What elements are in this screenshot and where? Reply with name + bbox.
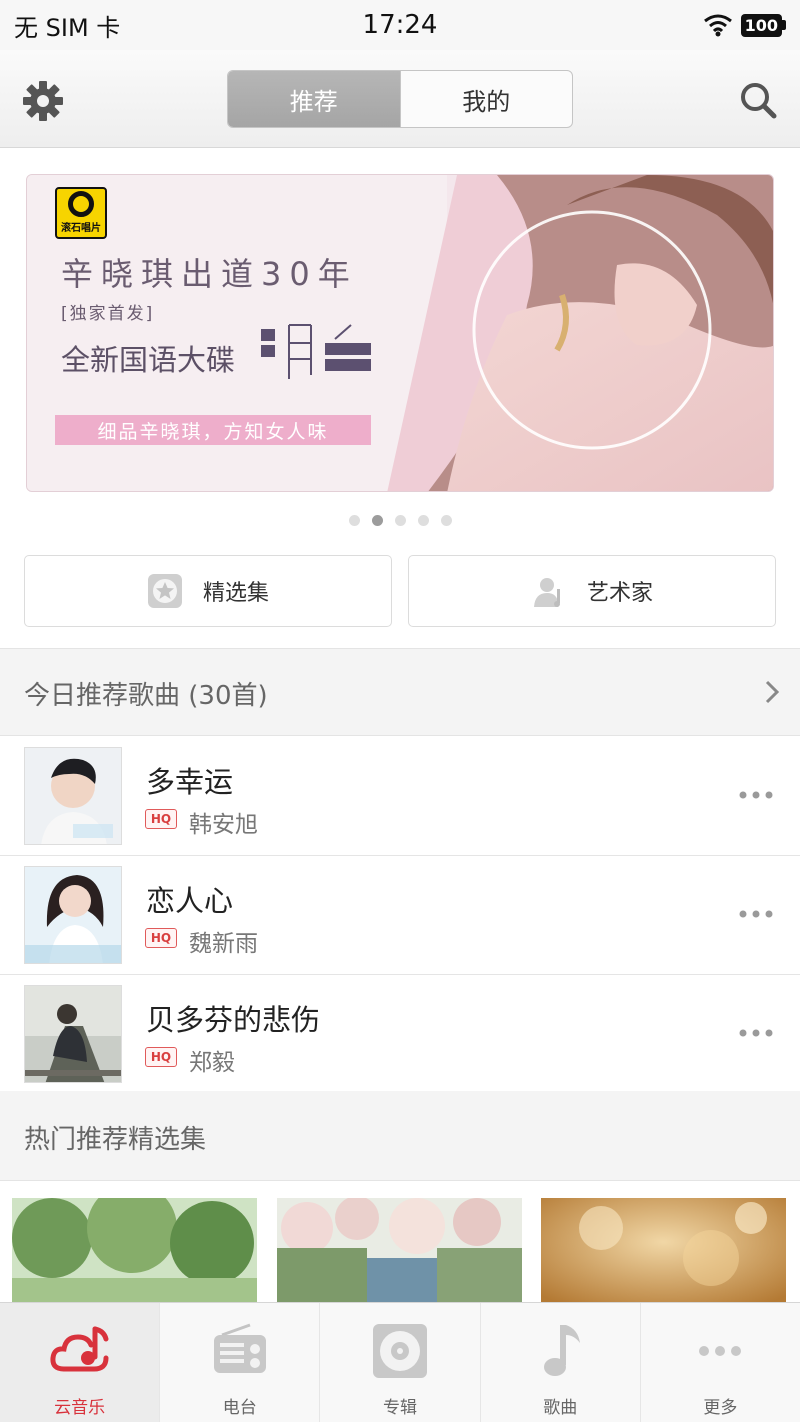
tab-albums[interactable]: 专辑 (320, 1303, 481, 1422)
tab-more[interactable]: 更多 (641, 1303, 800, 1422)
tab-songs[interactable]: 歌曲 (481, 1303, 641, 1422)
page-dot[interactable] (440, 515, 452, 526)
song-artist: 郑毅 (189, 1050, 235, 1076)
tab-radio[interactable]: 电台 (160, 1303, 321, 1422)
page-dot-active[interactable] (371, 515, 383, 526)
song-artist: 韩安旭 (189, 812, 258, 838)
hq-badge: HQ (145, 809, 177, 829)
tab-mine[interactable]: 我的 (399, 71, 573, 127)
music-note-icon (544, 1325, 581, 1376)
banner-pagination (0, 515, 800, 526)
section-title: 今日推荐歌曲 (30首) (24, 681, 268, 711)
hq-badge: HQ (145, 1047, 177, 1067)
tab-label: 歌曲 (543, 1398, 578, 1418)
tab-cloud-music[interactable]: 云音乐 (0, 1303, 161, 1422)
album-cover (24, 985, 122, 1083)
collection-thumbnail[interactable] (12, 1198, 257, 1308)
disc-icon (68, 191, 94, 217)
status-bar: 无 SIM 卡 17:24 100 (0, 0, 800, 50)
hot-collections-grid (0, 1181, 800, 1308)
wifi-icon (703, 14, 732, 37)
banner-tagline: 细品辛晓琪，方知女人味 (55, 415, 371, 445)
song-title: 贝多芬的悲伤 (146, 1003, 321, 1037)
artists-label: 艺术家 (586, 581, 653, 606)
daily-recommend-header[interactable]: 今日推荐歌曲 (30首) (0, 648, 800, 736)
battery-tip (782, 20, 786, 30)
hot-collections-header: 热门推荐精选集 (0, 1091, 800, 1181)
song-row[interactable]: 贝多芬的悲伤 HQ 郑毅 (0, 975, 800, 1094)
page-dot[interactable] (417, 515, 429, 526)
more-options-icon[interactable] (738, 908, 774, 920)
banner-photo (387, 175, 773, 491)
bottom-tab-bar: 云音乐 电台 专辑 歌曲 更多 (0, 1302, 800, 1422)
section-title: 热门推荐精选集 (24, 1125, 207, 1155)
featured-collections-label: 精选集 (202, 581, 269, 606)
chevron-right-icon (765, 680, 780, 704)
album-title-art: 明 (261, 324, 371, 379)
song-title: 多幸运 (146, 765, 234, 799)
promo-banner[interactable]: 滚石唱片 辛晓琪出道30年 [独家首发] 全新国语大碟 明 细品辛晓琪，方知女人… (26, 174, 774, 492)
tab-label: 专辑 (383, 1398, 417, 1418)
battery-level: 100 (740, 13, 782, 37)
song-title: 恋人心 (146, 884, 234, 918)
album-cover (24, 866, 122, 964)
tab-label: 更多 (703, 1398, 738, 1418)
more-icon (699, 1346, 742, 1356)
album-cover (24, 747, 122, 845)
artist-icon (533, 578, 560, 607)
song-row[interactable]: 多幸运 HQ 韩安旭 (0, 737, 800, 856)
label-logo: 滚石唱片 (55, 187, 107, 239)
banner-subtitle: 全新国语大碟 (61, 343, 236, 377)
radio-icon (213, 1323, 266, 1373)
tab-label: 云音乐 (54, 1398, 106, 1418)
hq-badge: HQ (145, 928, 177, 948)
page-dot[interactable] (348, 515, 360, 526)
banner-exclusive: [独家首发] (61, 304, 155, 324)
collection-thumbnail[interactable] (541, 1198, 786, 1308)
cloud-music-icon (50, 1326, 109, 1372)
more-options-icon[interactable] (738, 1027, 774, 1039)
song-artist: 魏新雨 (189, 931, 258, 957)
featured-collections-button[interactable]: 精选集 (24, 555, 392, 627)
album-icon (373, 1324, 427, 1378)
artists-button[interactable]: 艺术家 (408, 555, 776, 627)
collection-thumbnail[interactable] (277, 1198, 522, 1308)
carrier-label: 无 SIM 卡 (14, 13, 121, 42)
more-options-icon[interactable] (738, 789, 774, 801)
banner-title: 辛晓琪出道30年 (61, 255, 358, 293)
star-box-icon (147, 574, 182, 608)
label-logo-text: 滚石唱片 (61, 223, 101, 234)
gear-icon[interactable] (22, 80, 64, 122)
search-icon[interactable] (738, 80, 778, 120)
top-nav: 推荐 我的 (0, 50, 800, 148)
status-icons: 100 (703, 13, 786, 37)
tab-label: 电台 (222, 1398, 257, 1418)
battery-indicator: 100 (740, 13, 786, 37)
page-dot[interactable] (394, 515, 406, 526)
segmented-control: 推荐 我的 (227, 70, 573, 128)
song-row[interactable]: 恋人心 HQ 魏新雨 (0, 856, 800, 975)
tab-recommend[interactable]: 推荐 (228, 71, 400, 127)
